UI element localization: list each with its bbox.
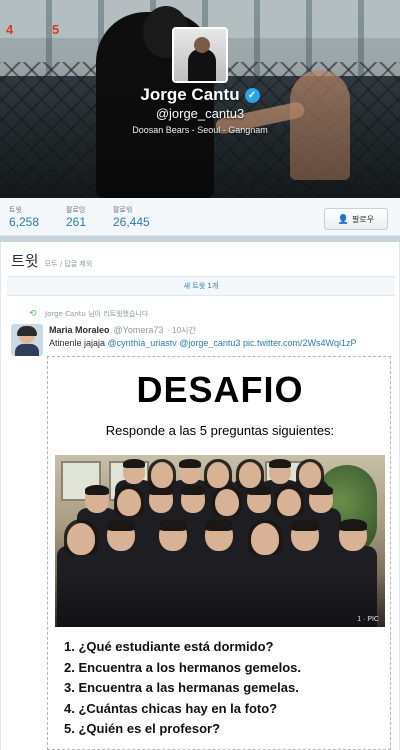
student-face xyxy=(67,523,95,556)
profile-avatar[interactable] xyxy=(172,27,228,83)
student-face xyxy=(299,462,321,488)
photo-watermark: 1 · PIC xyxy=(357,616,379,623)
new-tweets-bar[interactable]: 새 트윗 1개 xyxy=(7,276,395,296)
profile-handle: @jorge_cantu3 xyxy=(155,106,245,121)
add-user-icon: 👤 xyxy=(337,213,350,224)
mention-link[interactable]: @jorge_cantu3 xyxy=(179,338,240,348)
media-link[interactable]: pic.twitter.com/2Ws4Wqi1zP xyxy=(243,338,357,348)
profile-location: Doosan Bears - Seoul - Gangnam xyxy=(132,125,268,135)
stat-value: 6,258 xyxy=(9,215,40,229)
stat-value: 26,445 xyxy=(113,215,150,229)
student-face xyxy=(239,462,261,488)
student-face xyxy=(251,523,279,556)
tweet-author-avatar[interactable] xyxy=(11,324,43,356)
tweet-timestamp[interactable]: · 10시간 xyxy=(167,325,196,336)
tweets-title-row: 트윗 모두 / 답글 제외 xyxy=(11,250,92,270)
tweet-text: Atinenle jajaja @cynthia_uriastv @jorge_… xyxy=(49,338,393,348)
stat-following[interactable]: 팔로잉 261 xyxy=(66,205,86,229)
image-subtitle: Responde a las 5 preguntas siguientes: xyxy=(105,423,335,438)
profile-header: 5 4 Jorge Cantu ✓ @jorge_cantu3 Doosan B… xyxy=(0,0,400,198)
avatar-body xyxy=(15,344,39,356)
follow-button-label: 팔로우 xyxy=(352,214,375,224)
verified-badge-icon: ✓ xyxy=(244,87,260,103)
tweet-header: Maria Moraleo @Yomera73 · 10시간 xyxy=(49,325,196,336)
question-item: 4. ¿Cuántas chicas hay en la foto? xyxy=(64,700,278,716)
stat-label: 팔로워 xyxy=(113,207,133,214)
tweet-media-image[interactable]: DESAFIO Responde a las 5 preguntas sigui… xyxy=(47,356,391,750)
student-face xyxy=(207,462,229,488)
avatar-body xyxy=(188,49,216,81)
tweets-title: 트윗 xyxy=(11,252,39,270)
class-photo: 1 · PIC xyxy=(55,455,385,627)
avatar-hair xyxy=(17,326,37,336)
question-item: 1. ¿Qué estudiante está dormido? xyxy=(64,639,274,654)
retweet-context: ⟲ Jorge Cantu 님이 리트윗했습니다 xyxy=(29,309,148,319)
question-list: 1. ¿Qué estudiante está dormido? 2. Encu… xyxy=(64,637,384,740)
profile-name-row: Jorge Cantu ✓ xyxy=(0,85,400,105)
student-face xyxy=(215,488,239,517)
follow-button[interactable]: 👤 팔로우 xyxy=(324,208,388,230)
tweets-section: 트윗 모두 / 답글 제외 새 트윗 1개 ⟲ Jorge Cantu 님이 리… xyxy=(0,242,400,750)
tweet-author-name[interactable]: Maria Moraleo xyxy=(49,325,110,335)
avatar-head xyxy=(194,37,210,53)
mention-link[interactable]: @cynthia_uriastv xyxy=(108,338,177,348)
stat-tweets[interactable]: 트윗 6,258 xyxy=(9,205,39,229)
stat-value: 261 xyxy=(66,215,87,229)
student-face xyxy=(151,462,173,488)
image-title: DESAFIO xyxy=(136,369,304,410)
question-item: 5. ¿Quién es el profesor? xyxy=(64,721,221,736)
tweet-text-plain: Atinenle jajaja xyxy=(49,338,108,348)
retweet-icon: ⟲ xyxy=(29,309,37,319)
stat-label: 팔로잉 xyxy=(66,207,86,214)
tweet-author-handle[interactable]: @Yomera73 xyxy=(114,325,164,335)
profile-name[interactable]: Jorge Cantu xyxy=(140,85,239,105)
stat-followers[interactable]: 팔로워 26,445 xyxy=(113,205,150,229)
stat-label: 트윗 xyxy=(9,207,22,214)
question-item: 2. Encuentra a los hermanos gemelos. xyxy=(64,659,301,675)
student-face xyxy=(277,488,301,517)
question-item: 3. Encuentra a las hermanas gemelas. xyxy=(64,680,299,695)
tweets-filter-links[interactable]: 모두 / 답글 제외 xyxy=(45,259,93,269)
student-face xyxy=(117,488,141,517)
retweet-context-text[interactable]: Jorge Cantu 님이 리트윗했습니다 xyxy=(45,309,148,319)
